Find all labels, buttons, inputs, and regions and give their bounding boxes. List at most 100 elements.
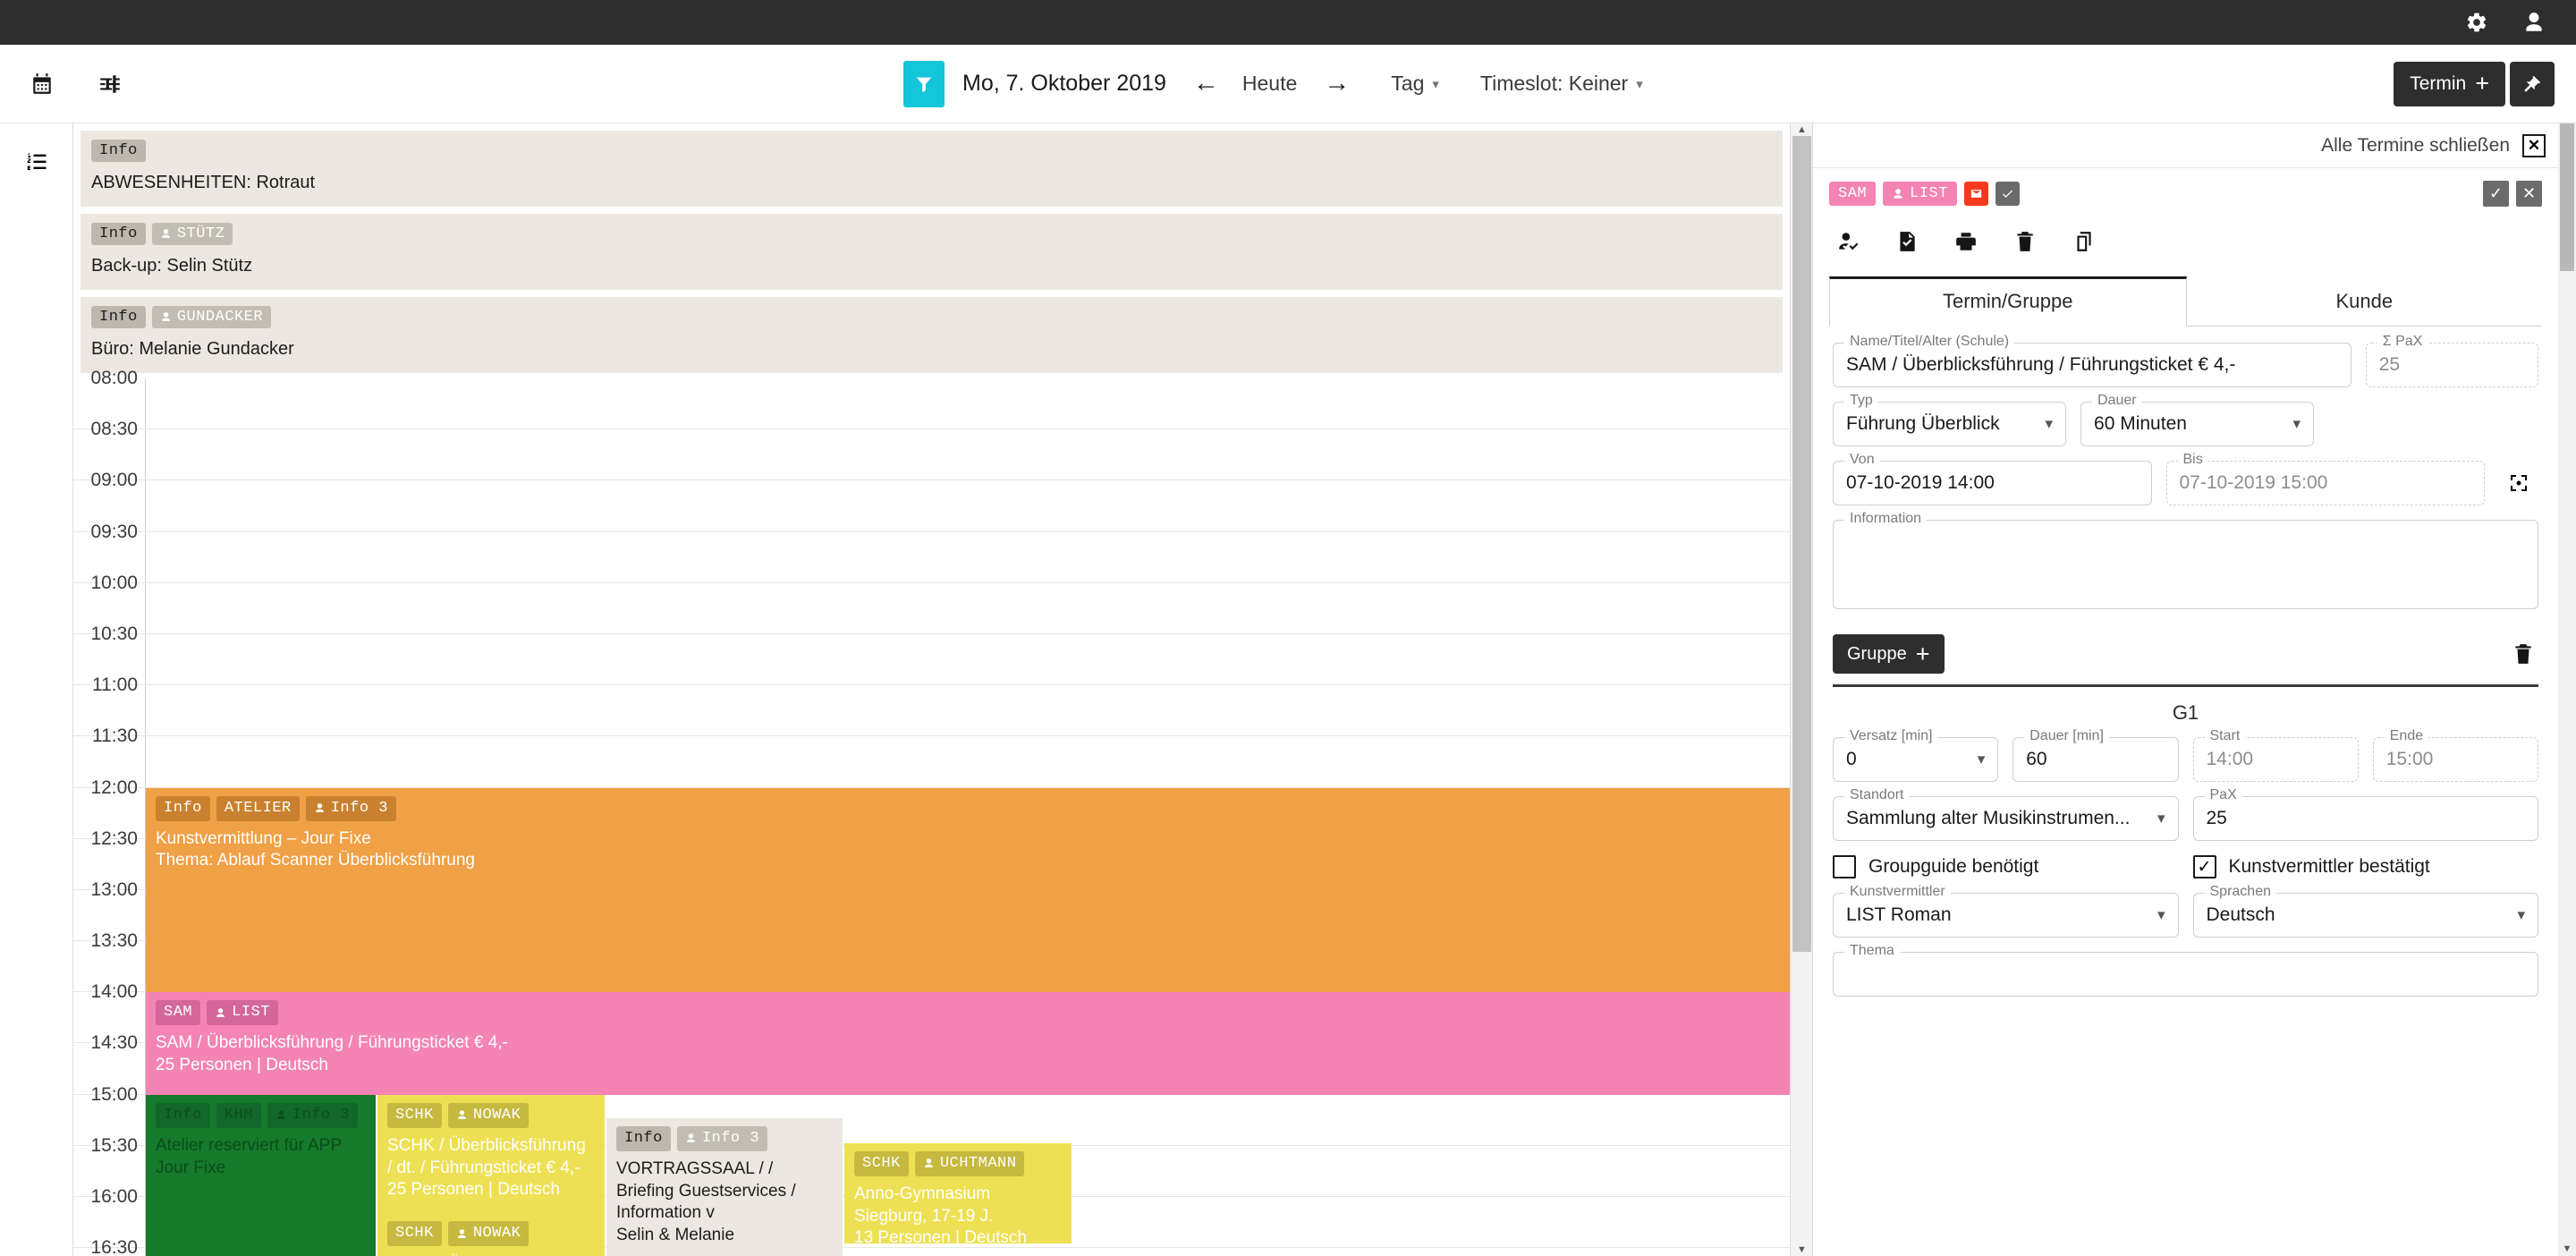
calendar-event[interactable]: Info ATELIER Info 3 Kunstvermittlung – Jour… [146,787,1790,993]
user-icon[interactable] [2519,7,2549,38]
scroll-down-icon[interactable]: ▼ [1791,1243,1812,1256]
calendar-scrollbar[interactable]: ▲ ▼ [1790,123,1812,1256]
gear-icon[interactable] [2462,7,2492,38]
event-chip[interactable]: Info 3 [676,1125,768,1151]
event-text-line: 13 Personen | Deutsch [854,1228,1027,1244]
scroll-up-icon[interactable]: ▲ [1791,123,1812,136]
time-row[interactable]: 08:00 [73,368,1790,430]
checkbox-kv-bestaetigt[interactable]: ✓ Kunstvermittler bestätigt [2192,855,2539,878]
event-chip[interactable]: Info 3 [267,1102,359,1128]
view-mode-select[interactable]: Tag ▾ [1391,72,1439,96]
panel-scroll-down-icon[interactable]: ▼ [2558,1242,2576,1256]
time-label: 08:00 [90,368,138,388]
event-chip[interactable]: STÜTZ [151,223,233,245]
sliders-icon[interactable] [93,67,127,101]
time-row[interactable]: 09:30 [73,522,1790,583]
event-chip[interactable]: Info [616,1125,671,1151]
time-row[interactable]: 09:00 [73,470,1790,532]
calendar-event[interactable]: Info Info 3 VORTRAGSSAAL / / Briefing Gues… [606,1117,843,1256]
calendar-event[interactable]: SCHK NOWAK SCHK / Überblicksführung / dt. … [377,1094,605,1256]
information-textarea[interactable] [1833,520,2538,609]
event-chip[interactable]: SCHK [387,1102,442,1128]
target-icon[interactable] [2499,461,2538,505]
time-slot-cell[interactable] [145,531,1790,582]
calendar-event[interactable]: SCHK UCHTMANN Anno-Gymnasium Siegburg, 17-… [844,1142,1072,1244]
event-chip[interactable]: NOWAK [447,1220,530,1247]
event-chip[interactable]: ATELIER [216,795,300,821]
panel-scrollbar-thumb[interactable] [2560,123,2574,271]
check-icon[interactable] [1995,182,2020,206]
time-slot-cell[interactable] [145,378,1790,429]
tab-kunde[interactable]: Kunde [2187,276,2543,326]
event-chip[interactable]: Info [156,1102,210,1128]
event-chip[interactable]: GUNDACKER [151,306,272,328]
scrollbar-thumb[interactable] [1792,136,1811,952]
confirm-button[interactable]: ✓ [2483,181,2509,207]
thema-textarea[interactable] [1833,952,2538,997]
mail-icon[interactable] [1963,182,1988,206]
document-check-icon[interactable] [1892,226,1922,257]
add-gruppe-button[interactable]: Gruppe + [1833,634,1945,674]
event-chip[interactable]: NOWAK [447,1102,530,1128]
event-chip[interactable]: KHM [216,1102,261,1128]
cancel-button[interactable]: ✕ [2516,181,2542,207]
event-text-line: VORTRAGSSAAL / / Briefing Guestservices … [616,1158,796,1223]
all-day-info-block[interactable]: Info ABWESENHEITEN: Rotraut [80,131,1783,207]
event-chip[interactable]: LIST [207,1000,278,1026]
tab-termin-gruppe[interactable]: Termin/Gruppe [1829,276,2187,327]
pin-icon[interactable] [2510,61,2555,106]
time-row[interactable]: 11:00 [73,675,1790,737]
timeslot-select[interactable]: Timeslot: Keiner ▾ [1480,72,1643,96]
field-pax-sum-label: Σ PaX [2377,334,2428,350]
time-row[interactable]: 10:00 [73,573,1790,634]
time-slot-cell[interactable] [145,685,1790,736]
chip-sam[interactable]: SAM [1829,182,1877,206]
panel-scrollbar[interactable]: ▲ ▼ [2558,123,2576,1256]
time-slot-cell[interactable] [145,633,1790,685]
checkbox-groupguide-box[interactable] [1833,855,1856,878]
event-chip[interactable]: UCHTMANN [914,1150,1025,1176]
calendar-icon[interactable] [25,67,59,101]
close-all-icon[interactable]: ✕ [2522,133,2546,157]
event-chip[interactable]: SCHK [854,1150,909,1176]
time-row[interactable]: 11:30 [73,726,1790,788]
time-row[interactable]: 10:30 [73,624,1790,686]
checkbox-kv-bestaetigt-box[interactable]: ✓ [2192,855,2216,878]
today-button[interactable]: Heute [1242,72,1297,96]
all-day-info-block[interactable]: Info STÜTZ Back-up: Selin Stütz [80,214,1783,290]
next-day-button[interactable]: → [1324,71,1350,97]
calendar-event[interactable]: SAM LIST SAM / Überblicksführung / Führung… [146,992,1790,1095]
event-chip[interactable]: Info 3 [305,795,396,821]
time-slot-cell[interactable] [145,480,1790,531]
von-input[interactable]: 07-10-2019 14:00 [1833,461,2152,505]
copy-icon[interactable] [2069,226,2099,257]
event-text-line: 25 Personen | Deutsch [156,1056,328,1075]
time-slot-cell[interactable] [145,429,1790,480]
event-chip[interactable]: Info [91,306,146,328]
printer-icon[interactable] [1951,226,1981,257]
gruppe-form: Versatz [min] 0 ▾ Dauer [min] 60 Start 1… [1813,728,2558,997]
event-chip[interactable]: Info [156,795,210,821]
all-day-info-block[interactable]: Info GUNDACKER Büro: Melanie Gundacker [80,297,1783,373]
chip-list[interactable]: LIST [1883,182,1957,206]
time-slot-cell[interactable] [145,582,1790,633]
time-slot-cell[interactable] [145,736,1790,787]
person-icon [1894,188,1902,199]
event-chip[interactable]: SCHK [387,1220,442,1247]
trash-icon[interactable] [2010,226,2040,257]
delete-gruppe-trash-icon[interactable] [2508,639,2538,669]
calendar-event[interactable]: Info KHM Info 3 Atelier reserviert für APP … [146,1094,376,1256]
time-row[interactable]: 08:30 [73,419,1790,481]
agenda-list-icon[interactable] [17,143,56,182]
event-chip[interactable]: SAM [156,1000,201,1026]
typ-value: Führung Überblick [1846,413,2000,434]
event-chip[interactable]: Info [91,223,146,245]
person-check-icon[interactable] [1833,226,1863,257]
gruppe-pax-input[interactable]: 25 [2192,796,2538,841]
field-ende-label: Ende [2384,728,2429,744]
add-termin-button[interactable]: Termin + [2394,61,2505,106]
prev-day-button[interactable]: ← [1193,71,1219,97]
checkbox-groupguide[interactable]: Groupguide benötigt [1833,855,2179,878]
funnel-icon[interactable] [903,60,945,107]
event-chip[interactable]: Info [91,140,146,162]
